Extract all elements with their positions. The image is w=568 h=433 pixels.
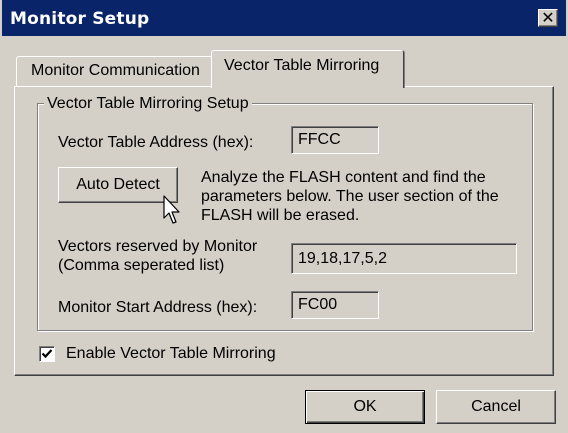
monitor-start-address-field[interactable]: FC00: [291, 291, 379, 319]
title-bar[interactable]: Monitor Setup ✕: [2, 0, 566, 36]
tab-monitor-communication[interactable]: Monitor Communication: [16, 56, 214, 86]
description-line: Analyze the FLASH content and find the: [201, 169, 486, 186]
vector-table-address-field[interactable]: FFCC: [291, 126, 379, 154]
vector-table-address-label: Vector Table Address (hex):: [58, 134, 254, 151]
tab-vector-table-mirroring[interactable]: Vector Table Mirroring: [211, 50, 404, 88]
ok-button[interactable]: OK: [305, 390, 425, 424]
description-line: FLASH will be erased.: [201, 207, 360, 224]
vectors-reserved-label-line2: (Comma seperated list): [58, 257, 225, 274]
vectors-reserved-label: Vectors reserved by Monitor (Comma seper…: [58, 237, 257, 275]
check-icon: [41, 349, 53, 359]
monitor-setup-dialog: Monitor Setup ✕ Monitor Communication Ve…: [0, 0, 568, 433]
window-title: Monitor Setup: [10, 9, 150, 29]
description-line: parameters below. The user section of th…: [201, 188, 499, 205]
enable-mirroring-label[interactable]: Enable Vector Table Mirroring: [66, 345, 276, 363]
auto-detect-description: Analyze the FLASH content and find the p…: [201, 168, 531, 225]
enable-mirroring-checkbox[interactable]: [39, 346, 55, 362]
vectors-reserved-label-line1: Vectors reserved by Monitor: [58, 238, 258, 255]
mouse-cursor-icon: [163, 195, 180, 224]
group-title: Vector Table Mirroring Setup: [44, 95, 252, 113]
auto-detect-button[interactable]: Auto Detect: [58, 167, 178, 203]
cancel-button[interactable]: Cancel: [436, 390, 556, 424]
vectors-reserved-field[interactable]: 19,18,17,5,2: [291, 243, 517, 274]
close-icon[interactable]: ✕: [538, 9, 558, 27]
monitor-start-address-label: Monitor Start Address (hex):: [58, 299, 258, 316]
